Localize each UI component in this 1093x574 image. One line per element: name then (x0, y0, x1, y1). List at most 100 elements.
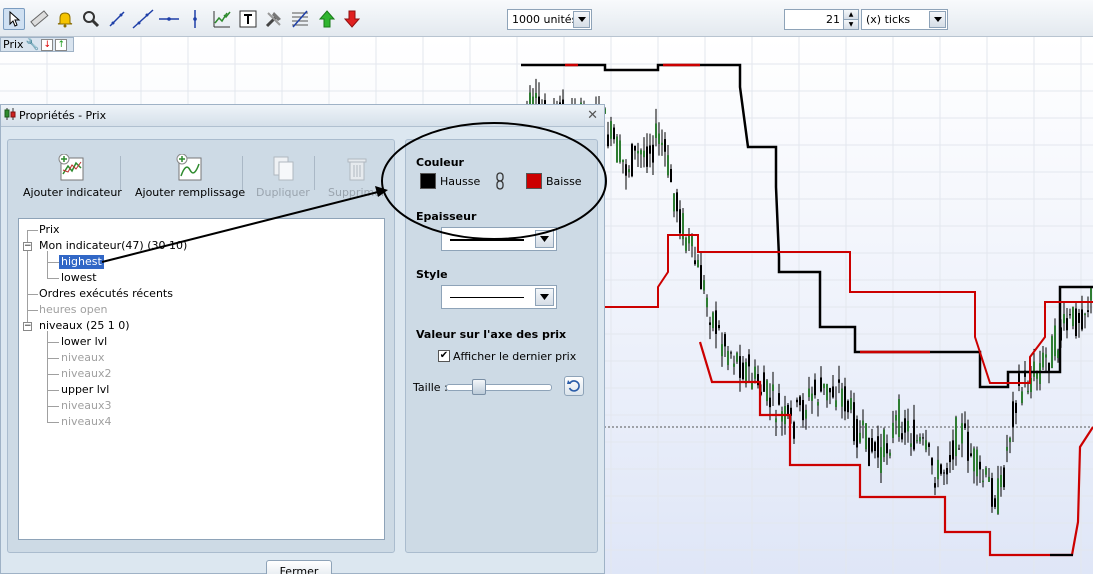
candle-body (835, 400, 837, 407)
tree-item-niveaux3[interactable]: niveaux3 (61, 399, 112, 413)
tree-item-lowest[interactable]: lowest (61, 271, 97, 285)
fibonacci-icon[interactable] (289, 8, 311, 30)
candle-body (607, 134, 609, 147)
stepper-up-icon[interactable]: ▲ (843, 10, 858, 20)
tree-item-ordres[interactable]: Ordres exécutés récents (39, 287, 173, 301)
ticks-select[interactable]: (x) ticks (861, 9, 948, 30)
hausse-color-swatch[interactable] (420, 173, 436, 189)
buy-arrow-icon[interactable] (316, 8, 338, 30)
candle-body (1000, 474, 1002, 488)
candle-body (928, 443, 930, 447)
candle-body (811, 393, 813, 401)
duplicate-label: Dupliquer (256, 186, 310, 199)
move-up-icon[interactable]: ↑ (55, 38, 68, 51)
tree-connector (27, 294, 38, 295)
candle-body (712, 312, 714, 329)
reset-button[interactable] (564, 376, 584, 396)
candle-body (955, 417, 957, 457)
candle-body (808, 388, 810, 398)
close-icon[interactable]: ✕ (587, 108, 598, 123)
pointer-icon[interactable] (3, 8, 25, 30)
series-tree[interactable]: − − Prix Mon indicateur(47) (30 10) high… (18, 218, 385, 540)
ticks-stepper[interactable]: 21 ▲ ▼ (784, 9, 859, 30)
candle-body (700, 265, 702, 290)
tree-connector (47, 358, 59, 359)
wrench-icon[interactable]: 🔧 (26, 38, 40, 51)
candle-body (796, 399, 798, 403)
candle-body (1075, 308, 1077, 337)
zoom-icon[interactable] (80, 8, 102, 30)
candle-body (991, 478, 993, 507)
candle-body (931, 458, 933, 466)
close-button[interactable]: Fermer (266, 560, 332, 574)
ruler-icon[interactable] (28, 8, 50, 30)
show-last-price-checkbox[interactable]: ✔ (438, 350, 450, 362)
candle-body (829, 388, 831, 393)
candle-body (718, 325, 720, 329)
remove-series-icon[interactable]: ↓ (41, 38, 54, 51)
thickness-select[interactable] (441, 227, 557, 251)
candle-body (853, 402, 855, 442)
candle-body (1027, 390, 1029, 393)
delete-button[interactable]: Supprimer (328, 154, 386, 199)
tree-connector (47, 390, 59, 391)
tree-item-niveaux4[interactable]: niveaux4 (61, 415, 112, 429)
tree-item-lower-lvl[interactable]: lower lvl (61, 335, 107, 349)
tree-item-heures-open[interactable]: heures open (39, 303, 107, 317)
candle-body (616, 136, 618, 163)
indicator-icon[interactable] (211, 8, 233, 30)
add-fill-icon (176, 154, 202, 181)
tree-item-prix[interactable]: Prix (39, 223, 60, 237)
candle-body (610, 121, 612, 139)
units-select[interactable]: 1000 unités (507, 9, 592, 30)
candle-body (958, 448, 960, 450)
stepper-down-icon[interactable]: ▼ (843, 20, 858, 29)
toolbar-separator (120, 156, 121, 190)
vertical-line-icon[interactable] (184, 8, 206, 30)
price-series-label: Prix (3, 38, 24, 51)
trend-line-icon[interactable] (106, 8, 128, 30)
candle-body (847, 400, 849, 413)
tree-item-mon-indicateur[interactable]: Mon indicateur(47) (30 10) (39, 239, 187, 253)
candle-body (1084, 313, 1086, 316)
dialog-title-bar[interactable]: Propriétés - Prix ✕ (1, 105, 604, 127)
candle-body (856, 419, 858, 448)
candle-body (772, 384, 774, 392)
tree-item-highest[interactable]: highest (59, 255, 104, 269)
tree-item-niveaux2[interactable]: niveaux2 (61, 367, 112, 381)
delete-label: Supprimer (328, 186, 386, 199)
dialog-title: Propriétés - Prix (19, 109, 107, 122)
candle-body (748, 354, 750, 367)
alert-bell-icon[interactable] (54, 8, 76, 30)
add-fill-button[interactable]: Ajouter remplissage (135, 154, 245, 199)
horizontal-line-icon[interactable] (158, 8, 180, 30)
candle-body (817, 402, 819, 406)
text-icon[interactable] (237, 8, 259, 30)
candlestick-icon (4, 107, 16, 124)
size-label: Taille : (413, 381, 448, 394)
size-slider-track[interactable] (446, 384, 552, 391)
candle-body (886, 443, 888, 454)
link-colors-icon[interactable] (495, 172, 505, 193)
tools-icon[interactable] (263, 8, 285, 30)
candle-body (871, 438, 873, 452)
collapse-icon[interactable]: − (23, 322, 32, 331)
candle-body (1081, 309, 1083, 330)
style-select[interactable] (441, 285, 557, 309)
tree-item-niveaux-1[interactable]: niveaux (61, 351, 105, 365)
sell-arrow-icon[interactable] (341, 8, 363, 30)
tree-item-upper-lvl[interactable]: upper lvl (61, 383, 109, 397)
candle-body (1012, 401, 1014, 428)
extended-line-icon[interactable] (132, 8, 154, 30)
tree-item-niveaux[interactable]: niveaux (25 1 0) (39, 319, 130, 333)
candle-body (625, 164, 627, 176)
candle-body (805, 409, 807, 419)
baisse-color-swatch[interactable] (526, 173, 542, 189)
size-slider-thumb[interactable] (472, 379, 486, 395)
ticks-stepper-value: 21 (826, 13, 840, 26)
add-indicator-button[interactable]: Ajouter indicateur (23, 154, 122, 199)
add-fill-label: Ajouter remplissage (135, 186, 246, 199)
tree-connector (27, 230, 38, 231)
duplicate-button[interactable]: Dupliquer (256, 154, 310, 199)
collapse-icon[interactable]: − (23, 242, 32, 251)
